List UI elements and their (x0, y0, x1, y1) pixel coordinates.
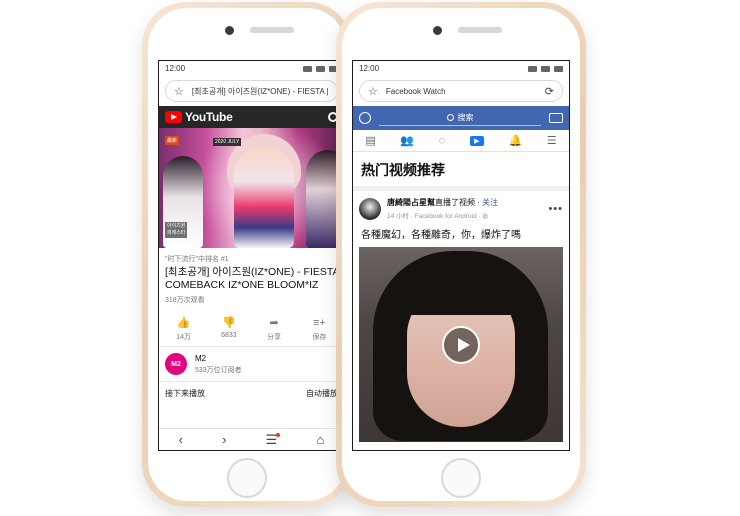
video-title-line1: [최초공개] 아이즈원(IZ*ONE) - FIESTA (165, 266, 338, 278)
dislike-button[interactable]: 👎 6833 (211, 317, 247, 342)
left-phone-screen: 12:00 ☆ [최초공개] 아이즈원(IZ*ONE) - FIESTA | C… (158, 60, 345, 451)
author-avatar[interactable] (359, 197, 381, 220)
channel-row[interactable]: M2 M2 533万位订阅者 (159, 347, 344, 382)
channel-avatar[interactable]: M2 (165, 353, 187, 375)
like-icon: 👍 (176, 317, 191, 329)
video-tag: 2020 JULY (213, 138, 242, 146)
reload-icon[interactable]: ⟳ (545, 85, 554, 98)
signal-icon (316, 65, 325, 72)
left-phone: 12:00 ☆ [최초공개] 아이즈원(IZ*ONE) - FIESTA | C… (142, 2, 352, 507)
youtube-video-player[interactable]: 最新 2020 JULY 아이즈원 피에스타 (159, 128, 344, 248)
facebook-header: 搜索 (353, 106, 569, 130)
subscriber-count: 533万位订阅者 (195, 366, 242, 374)
right-phone-camera (433, 26, 442, 35)
wifi-icon (528, 65, 537, 72)
post-text: 各種魔幻，各種離奇，你，爆炸了嗎 (361, 230, 521, 241)
performer-center (234, 146, 294, 248)
view-count: 318万次观看 (165, 297, 205, 304)
status-icons (303, 65, 338, 72)
save-label: 保存 (312, 334, 327, 341)
search-icon (446, 114, 454, 121)
left-phone-camera (225, 26, 234, 35)
status-bar: 12:00 (159, 61, 344, 76)
save-button[interactable]: ≡+ 保存 (301, 317, 337, 342)
back-icon[interactable]: ‹ (179, 432, 183, 447)
video-info: "时下流行"中排名 #1 [최초공개] 아이즈원(IZ*ONE) - FIEST… (159, 248, 344, 309)
messenger-icon[interactable]: ◌ (439, 135, 446, 147)
signal-icon (541, 65, 550, 72)
bookmark-star-icon[interactable]: ☆ (174, 85, 184, 98)
menu-icon[interactable]: ☰ (266, 432, 280, 448)
channel-text: M2 533万位订阅者 (195, 354, 242, 375)
right-phone-speaker (458, 27, 502, 33)
right-phone-home-button[interactable] (441, 458, 481, 498)
address-url[interactable]: Facebook Watch (386, 87, 537, 96)
browser-nav-bar: ‹ › ☰ ⌂ (159, 428, 344, 450)
right-phone-screen: 12:00 ☆ Facebook Watch ⟳ 搜索 ▤ 👥 ◌ ▶ 🔔 ☰ … (352, 60, 570, 451)
follow-button[interactable]: 关注 (482, 198, 498, 207)
globe-icon: ◍ (482, 213, 489, 220)
youtube-play-logo-icon (165, 111, 182, 123)
save-icon: ≡+ (312, 317, 326, 329)
watch-icon[interactable]: ▶ (469, 135, 484, 146)
battery-icon (554, 65, 563, 72)
channel-name[interactable]: M2 (195, 354, 242, 363)
post-meta: 14 小时 · Facebook for Android · ◍ (387, 210, 498, 220)
play-icon[interactable] (442, 325, 480, 364)
friends-icon[interactable]: 👥 (400, 134, 414, 147)
share-icon: ➦ (269, 317, 279, 329)
search-placeholder: 搜索 (457, 113, 474, 122)
facebook-video-player[interactable] (359, 247, 563, 442)
dislike-icon: 👎 (222, 317, 236, 329)
more-options-icon[interactable]: ••• (548, 203, 563, 215)
up-next-row: 接下来播放 自动播放 (159, 382, 344, 405)
address-bar[interactable]: ☆ [최초공개] 아이즈원(IZ*ONE) - FIESTA | COMB (165, 80, 338, 102)
youtube-brand: YouTube (185, 110, 233, 124)
camera-icon[interactable] (549, 113, 563, 123)
right-phone: 12:00 ☆ Facebook Watch ⟳ 搜索 ▤ 👥 ◌ ▶ 🔔 ☰ … (336, 2, 586, 507)
video-post: 唐綺陽占星幫直播了视频 · 关注 14 小时 · Facebook for An… (353, 186, 569, 442)
video-actions: 👍 14万 👎 6833 ➦ 分享 ≡+ 保存 (159, 309, 344, 347)
post-meta-text: 14 小时 · Facebook for Android · (387, 213, 483, 220)
menu-icon[interactable]: ☰ (547, 134, 557, 147)
address-bar[interactable]: ☆ Facebook Watch ⟳ (359, 80, 563, 102)
bookmark-star-icon[interactable]: ☆ (368, 85, 378, 98)
status-icons (528, 65, 563, 72)
up-next-label: 接下来播放 (165, 389, 205, 398)
stage: 12:00 ☆ [최초공개] 아이즈원(IZ*ONE) - FIESTA | C… (0, 0, 740, 516)
address-url[interactable]: [최초공개] 아이즈원(IZ*ONE) - FIESTA | COMB (192, 86, 329, 97)
post-author-block: 唐綺陽占星幫直播了视频 · 关注 14 小时 · Facebook for An… (387, 197, 498, 220)
status-time: 12:00 (359, 64, 380, 73)
video-title-line2: COMEBACK IZ*ONE BLOOM*IZ (165, 279, 319, 291)
post-action: 直播了视频 (435, 198, 475, 207)
wifi-icon (303, 65, 312, 72)
post-author-line: 唐綺陽占星幫直播了视频 · 关注 (387, 198, 499, 207)
status-bar: 12:00 (353, 61, 569, 76)
status-time: 12:00 (165, 64, 186, 73)
video-badge: 最新 (165, 136, 180, 145)
youtube-header: YouTube (159, 106, 344, 128)
share-button[interactable]: ➦ 分享 (256, 317, 292, 342)
autoplay-toggle[interactable]: 自动播放 (306, 388, 338, 399)
like-button[interactable]: 👍 14万 (166, 317, 202, 342)
like-count: 14万 (176, 334, 192, 341)
video-side-caption: 아이즈원 피에스타 (165, 222, 188, 238)
facebook-search[interactable]: 搜索 (379, 110, 541, 126)
notifications-icon[interactable]: 🔔 (508, 134, 522, 147)
facebook-tabs: ▤ 👥 ◌ ▶ 🔔 ☰ (353, 130, 569, 152)
news-feed-icon[interactable]: ▤ (365, 134, 375, 147)
left-phone-home-button[interactable] (227, 458, 267, 498)
forward-icon[interactable]: › (222, 432, 226, 447)
post-header: 唐綺陽占星幫直播了视频 · 关注 14 小时 · Facebook for An… (353, 191, 569, 224)
left-phone-speaker (250, 27, 294, 33)
youtube-logo[interactable]: YouTube (165, 110, 233, 124)
profile-icon[interactable] (359, 112, 371, 124)
dislike-count: 6833 (221, 332, 237, 339)
home-icon[interactable]: ⌂ (317, 432, 325, 447)
share-label: 分享 (267, 334, 282, 341)
trending-label[interactable]: "时下流行"中排名 #1 (165, 254, 338, 264)
author-name[interactable]: 唐綺陽占星幫 (387, 198, 435, 207)
section-title: 热门视频推荐 (361, 162, 445, 178)
